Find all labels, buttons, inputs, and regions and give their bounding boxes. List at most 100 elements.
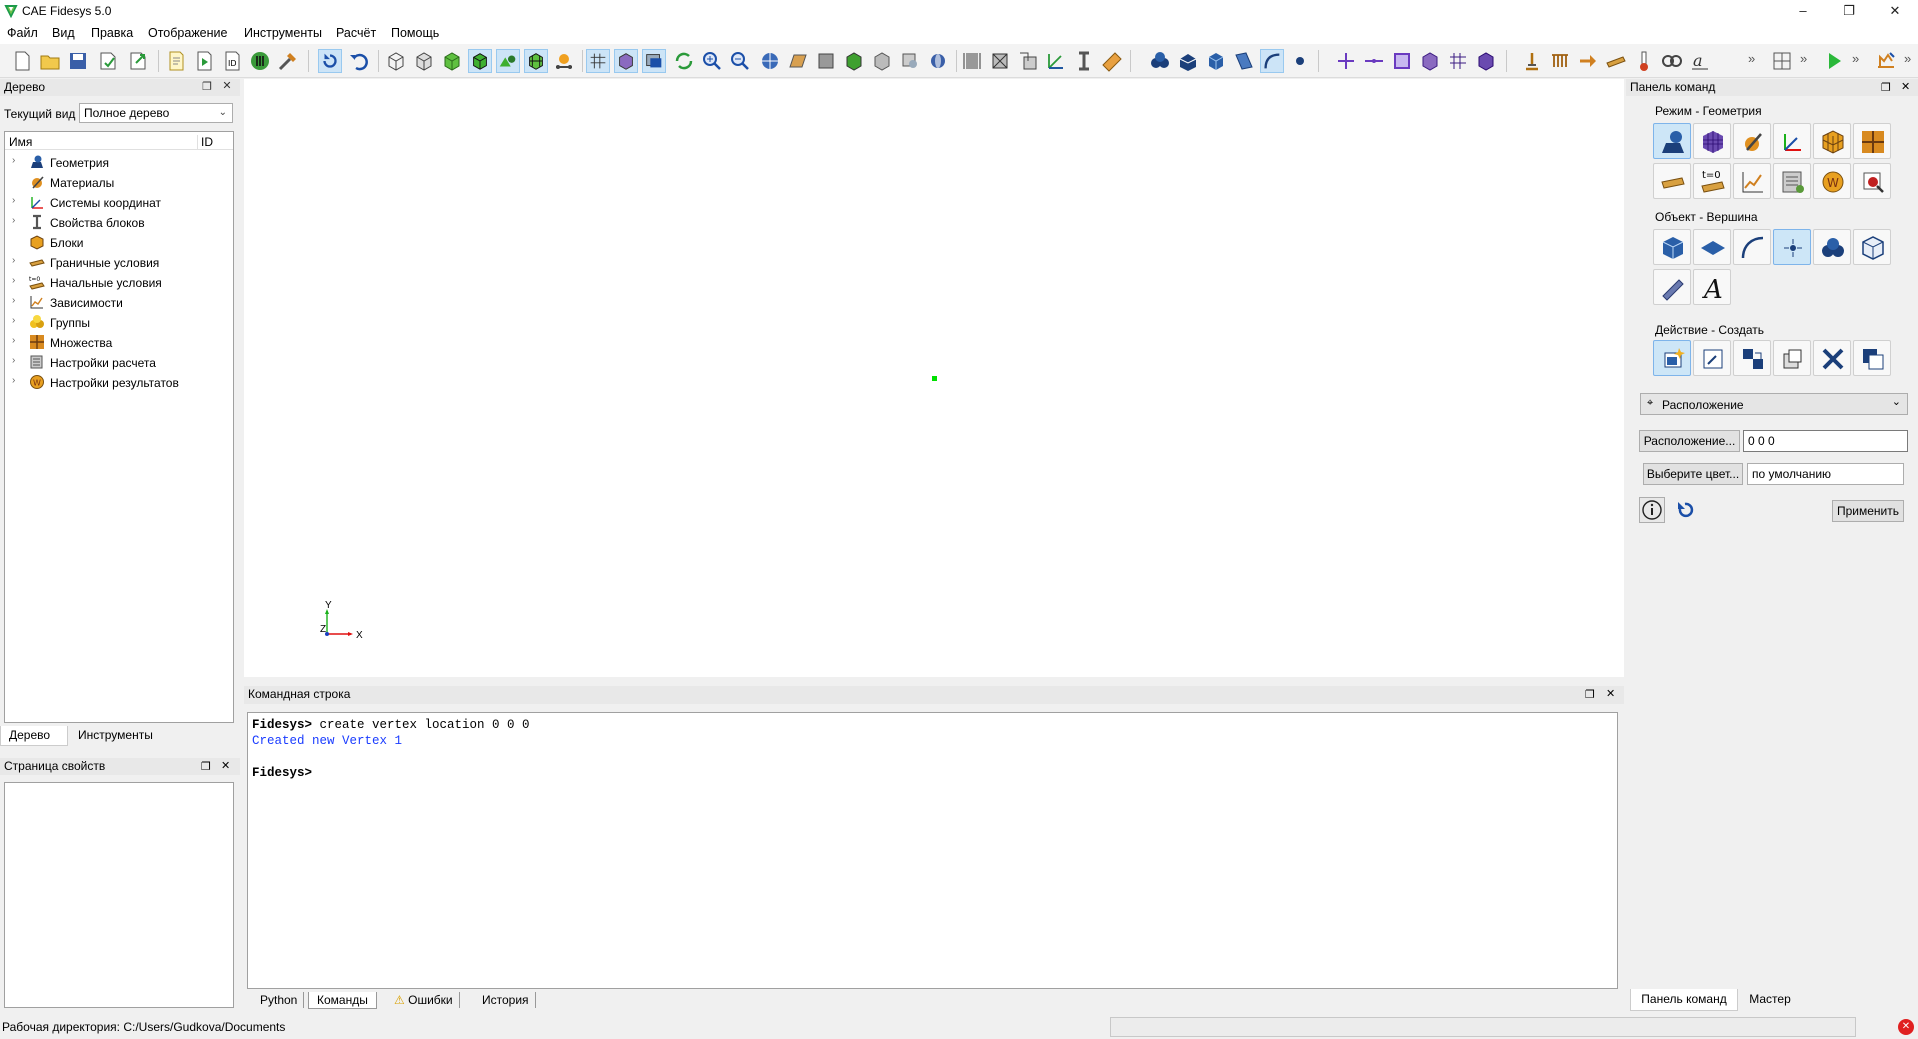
beam-icon[interactable]: [1604, 49, 1628, 73]
camera-icon[interactable]: [552, 49, 576, 73]
window-select-icon[interactable]: [642, 49, 666, 73]
shaded-icon[interactable]: [440, 49, 464, 73]
mode-results-button[interactable]: W: [1813, 163, 1851, 199]
ibeam-icon[interactable]: [1072, 49, 1096, 73]
element-icon[interactable]: [1418, 49, 1442, 73]
mode-postprocess-button[interactable]: [1853, 163, 1891, 199]
expand-arrow-icon[interactable]: ›: [12, 355, 15, 366]
expand-arrow-icon[interactable]: ›: [12, 155, 15, 166]
tab-python[interactable]: Python: [254, 992, 305, 1008]
save-as-icon[interactable]: [96, 49, 120, 73]
hex-icon[interactable]: [1474, 49, 1498, 73]
error-indicator-icon[interactable]: ✕: [1898, 1019, 1914, 1035]
action-delete-button[interactable]: [1813, 340, 1851, 376]
action-boolean-button[interactable]: [1853, 340, 1891, 376]
view-top-icon[interactable]: [898, 49, 922, 73]
curve-icon[interactable]: [1260, 49, 1284, 73]
object-curve-button[interactable]: [1733, 229, 1771, 265]
fit-view-icon[interactable]: [1770, 49, 1794, 73]
transparent-icon[interactable]: [496, 49, 520, 73]
action-copy-button[interactable]: [1773, 340, 1811, 376]
color-input[interactable]: по умолчанию: [1747, 463, 1904, 485]
vertex-point[interactable]: [932, 376, 937, 381]
tree-view[interactable]: Имя ID › Геометрия Материалы › Системы коорд…: [4, 131, 234, 723]
mode-coords-button[interactable]: [1773, 123, 1811, 159]
tree-col-id[interactable]: ID: [197, 135, 213, 149]
object-volume-button[interactable]: [1653, 229, 1691, 265]
mode-dependencies-button[interactable]: [1733, 163, 1771, 199]
mode-ic-button[interactable]: t=0: [1693, 163, 1731, 199]
menu-tools[interactable]: Инструменты: [244, 26, 322, 40]
surface-icon[interactable]: [1232, 49, 1256, 73]
close-button[interactable]: ✕: [1872, 0, 1918, 22]
object-body-button[interactable]: [1853, 229, 1891, 265]
expand-arrow-icon[interactable]: ›: [12, 315, 15, 326]
tree-close-icon[interactable]: ✕: [220, 80, 234, 93]
wireframe-icon[interactable]: [384, 49, 408, 73]
action-transform-button[interactable]: [1733, 340, 1771, 376]
toolbar-overflow-2-icon[interactable]: »: [1800, 51, 1807, 66]
menu-file[interactable]: Файл: [7, 26, 38, 40]
temperature-icon[interactable]: [1632, 49, 1656, 73]
tools-icon[interactable]: [276, 49, 300, 73]
open-folder-icon[interactable]: [38, 49, 62, 73]
mode-geometry-button[interactable]: [1653, 123, 1691, 159]
action-modify-button[interactable]: [1693, 340, 1731, 376]
vertex-icon[interactable]: [1288, 49, 1312, 73]
tree-item[interactable]: › Свойства блоков: [5, 212, 233, 232]
tree-item[interactable]: › Системы координат: [5, 192, 233, 212]
method-select[interactable]: ⌖ Расположение ⌄: [1640, 393, 1908, 415]
hidden-line-icon[interactable]: [412, 49, 436, 73]
box-select-icon[interactable]: [614, 49, 638, 73]
cmd-close-icon[interactable]: ✕: [1606, 687, 1615, 700]
face-icon[interactable]: [1390, 49, 1414, 73]
tree-item[interactable]: Блоки: [5, 232, 233, 252]
node-icon[interactable]: [1334, 49, 1358, 73]
volume-icon[interactable]: [1204, 49, 1228, 73]
tree-item[interactable]: › Граничные условия: [5, 252, 233, 272]
expand-arrow-icon[interactable]: ›: [12, 275, 15, 286]
mesh-grid-icon[interactable]: [1446, 49, 1470, 73]
menu-help[interactable]: Помощь: [391, 26, 439, 40]
mode-blocks-button[interactable]: [1813, 123, 1851, 159]
constraint-icon[interactable]: [1520, 49, 1544, 73]
tree-item[interactable]: › W Настройки результатов: [5, 372, 233, 392]
expand-arrow-icon[interactable]: ›: [12, 375, 15, 386]
undo-select-icon[interactable]: [318, 49, 342, 73]
tree-col-name[interactable]: Имя: [9, 135, 32, 149]
rotate-view-icon[interactable]: [758, 49, 782, 73]
mode-materials-button[interactable]: [1733, 123, 1771, 159]
properties-close-icon[interactable]: ✕: [221, 759, 230, 772]
tree-item[interactable]: › Множества: [5, 332, 233, 352]
current-view-select[interactable]: Полное дерево ⌄: [79, 103, 233, 123]
run-icon[interactable]: [1822, 49, 1846, 73]
3d-viewport[interactable]: Y Z X: [244, 79, 1624, 677]
shaded-edges-icon[interactable]: [468, 49, 492, 73]
apply-button[interactable]: Применить: [1832, 500, 1904, 522]
text-script-icon[interactable]: a: [1688, 49, 1712, 73]
tree-float-icon[interactable]: ❐: [200, 81, 214, 94]
view-right-icon[interactable]: [870, 49, 894, 73]
view-iso-icon[interactable]: [842, 49, 866, 73]
journal-icon[interactable]: ID: [220, 49, 244, 73]
menu-calc[interactable]: Расчёт: [336, 26, 376, 40]
view-front-icon[interactable]: [814, 49, 838, 73]
menu-edit[interactable]: Правка: [91, 26, 133, 40]
minimize-button[interactable]: –: [1780, 0, 1826, 22]
mode-sets-button[interactable]: [1853, 123, 1891, 159]
clip-plane-icon[interactable]: [960, 49, 984, 73]
toolbar-overflow-3-icon[interactable]: »: [1852, 51, 1859, 66]
axes-icon[interactable]: [1044, 49, 1068, 73]
cmdpanel-close-icon[interactable]: ✕: [1901, 80, 1910, 93]
script-icon[interactable]: [164, 49, 188, 73]
console-line[interactable]: Fidesys>: [252, 766, 1613, 782]
save-icon[interactable]: [66, 49, 90, 73]
zoom-in-icon[interactable]: [700, 49, 724, 73]
toolbar-overflow-4-icon[interactable]: »: [1904, 51, 1911, 66]
info-button[interactable]: [1639, 497, 1665, 523]
grid-icon[interactable]: [586, 49, 610, 73]
expand-arrow-icon[interactable]: ›: [12, 255, 15, 266]
new-file-icon[interactable]: [10, 49, 34, 73]
tab-commands[interactable]: Команды: [308, 992, 377, 1009]
toolbar-overflow-icon[interactable]: »: [1748, 51, 1755, 66]
